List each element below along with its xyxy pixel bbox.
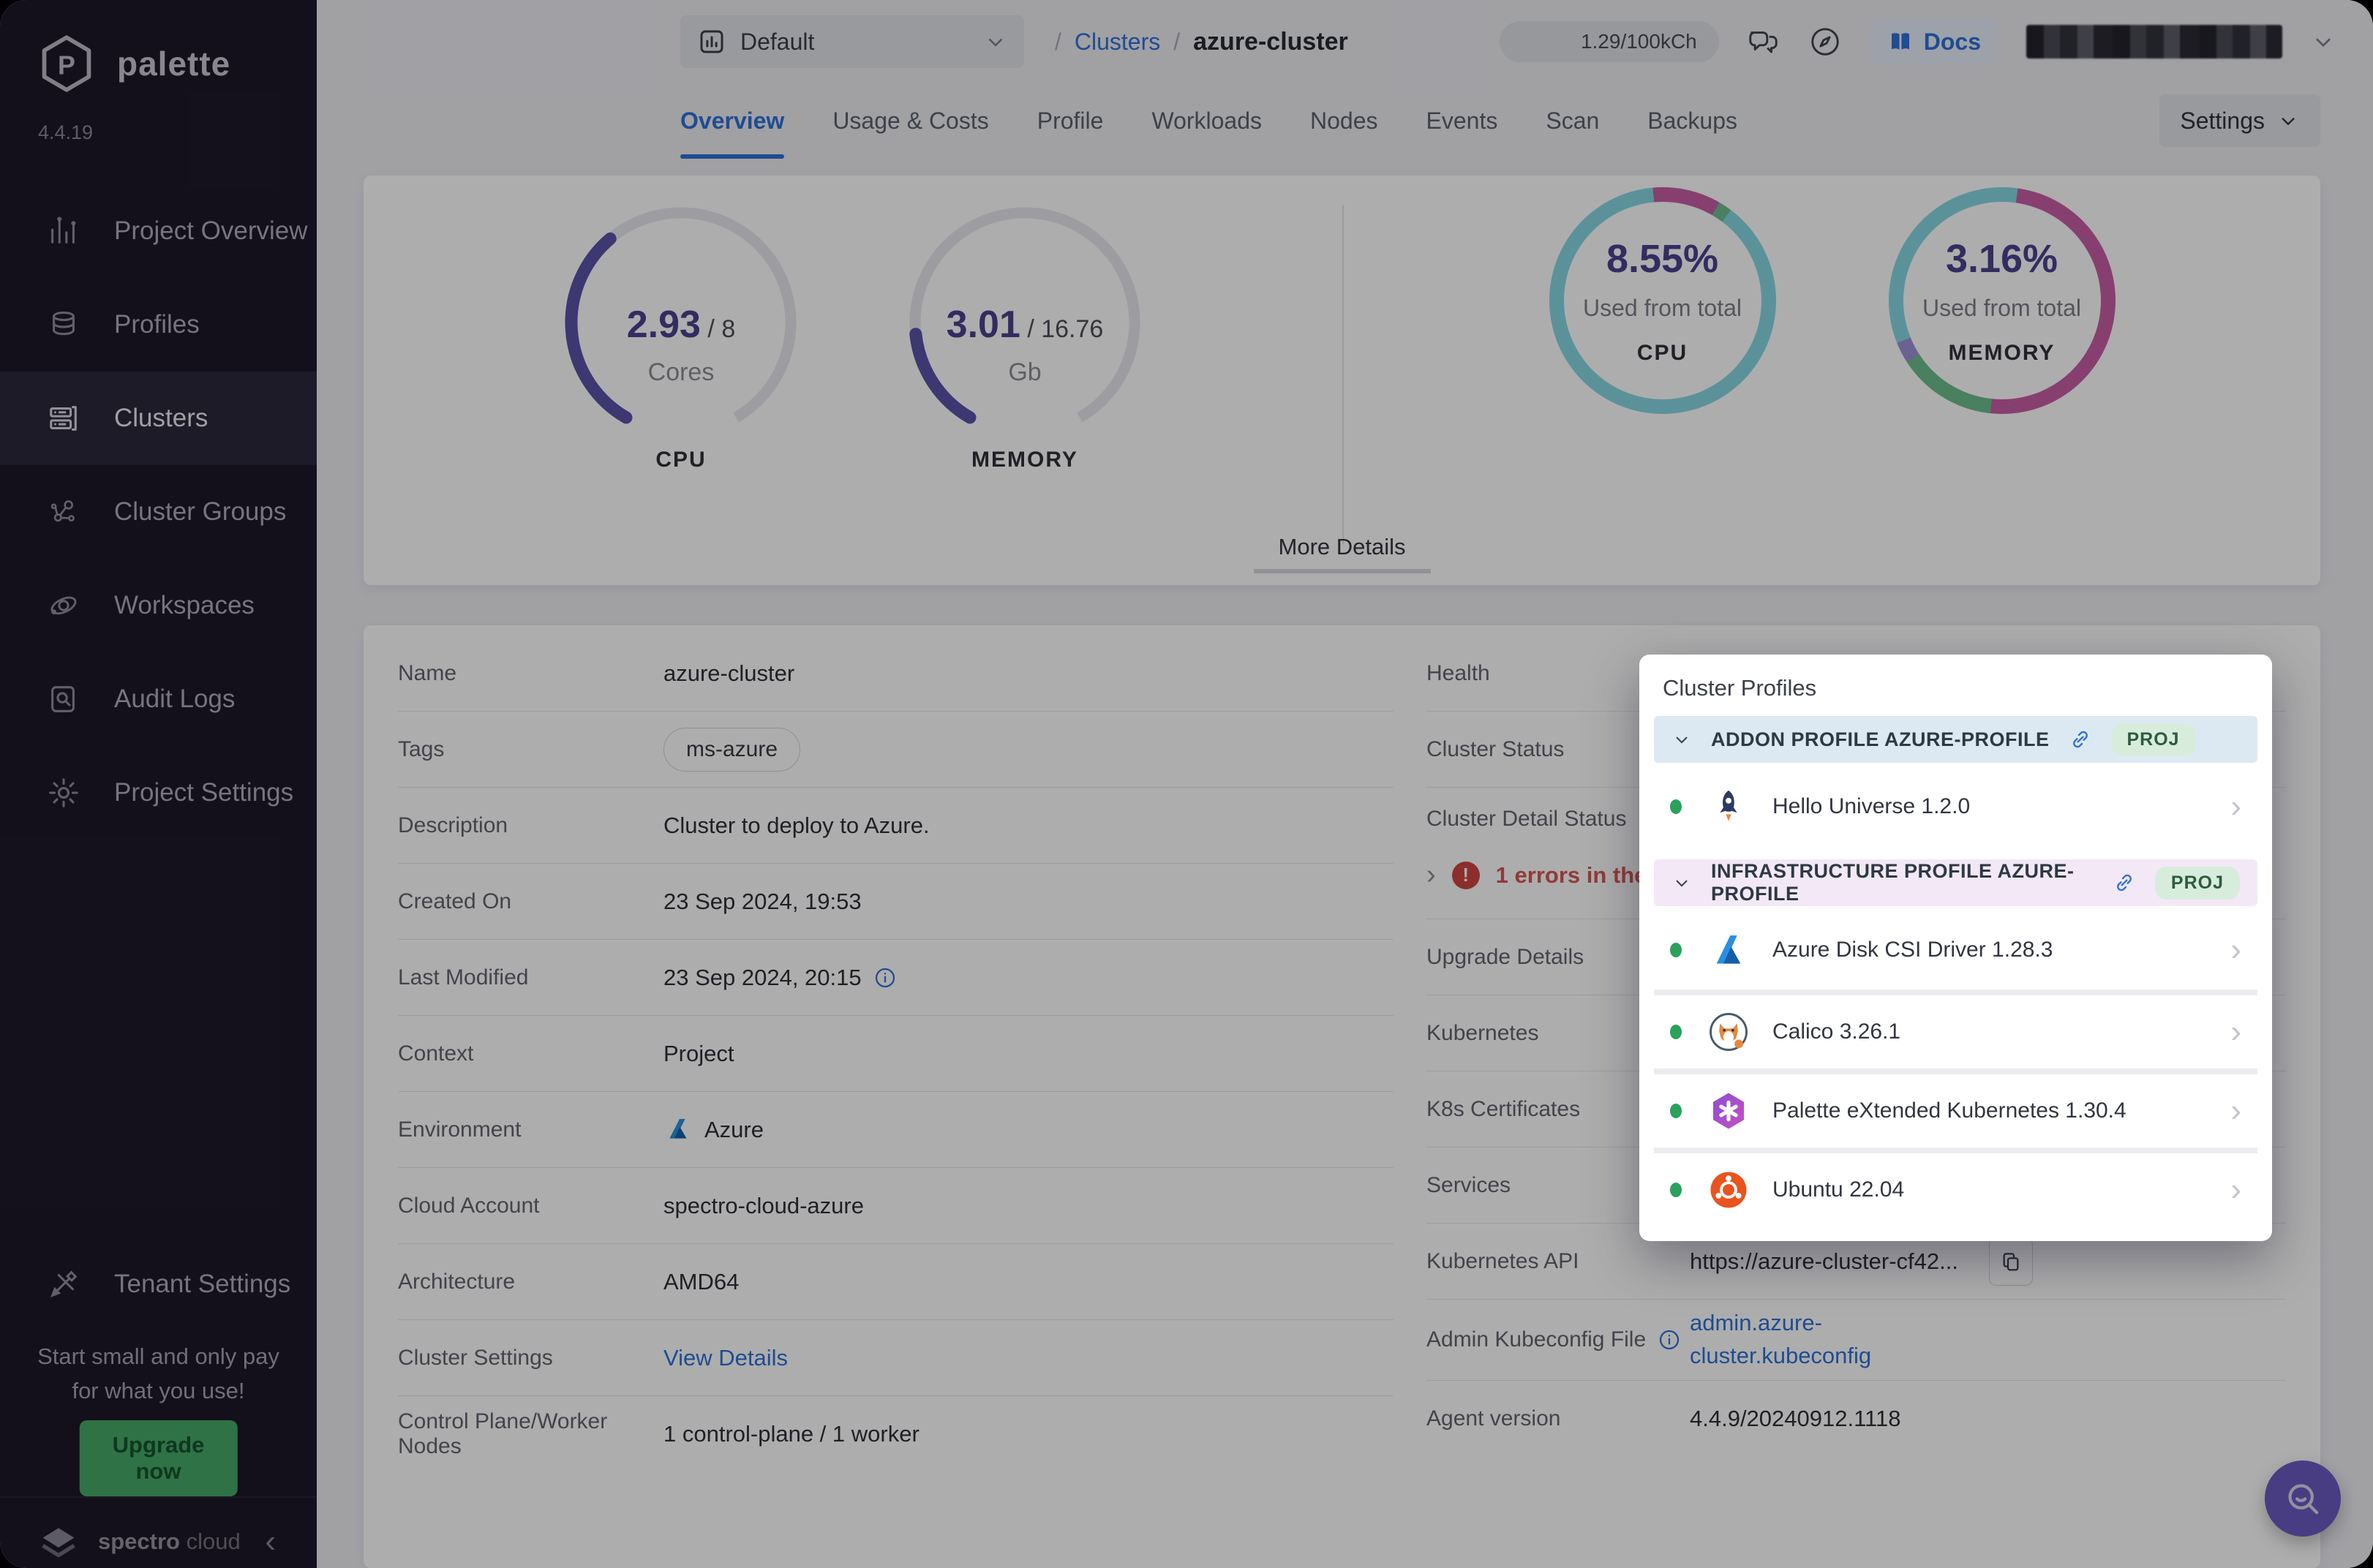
profile-item-palette-extended-kubernetes[interactable]: Palette eXtended Kubernetes 1.30.4 › (1654, 1068, 2257, 1147)
link-icon[interactable] (2113, 871, 2136, 894)
azure-disk-icon (1708, 930, 1749, 970)
ubuntu-icon (1708, 1169, 1749, 1210)
chevron-down-icon (1671, 729, 1692, 750)
infrastructure-profile-section-header[interactable]: INFRASTRUCTURE PROFILE AZURE-PROFILE PRO… (1654, 859, 2257, 906)
status-dot (1670, 943, 1682, 957)
chevron-right-icon: › (2230, 1016, 2241, 1048)
scope-badge: PROJ (2111, 723, 2196, 756)
status-dot (1670, 1104, 1682, 1118)
link-icon[interactable] (2069, 728, 2092, 751)
profile-item-calico[interactable]: Calico 3.26.1 › (1654, 990, 2257, 1068)
chevron-right-icon: › (2230, 1095, 2241, 1127)
profile-item-hello-universe[interactable]: Hello Universe 1.2.0 › (1654, 767, 2257, 846)
chevron-down-icon (1671, 872, 1692, 893)
profile-item-azure-disk-csi[interactable]: Azure Disk CSI Driver 1.28.3 › (1654, 911, 2257, 990)
calico-icon (1708, 1011, 1749, 1052)
cluster-profiles-title: Cluster Profiles (1639, 655, 2272, 716)
hello-universe-icon (1708, 786, 1749, 827)
infrastructure-profile-items: Azure Disk CSI Driver 1.28.3 › Calico 3.… (1654, 911, 2257, 1226)
app-window: P palette 4.4.19 Project Overview Profil… (0, 0, 2373, 1568)
cluster-profiles-panel: Cluster Profiles ADDON PROFILE AZURE-PRO… (1639, 655, 2272, 1241)
chevron-right-icon: › (2230, 1174, 2241, 1206)
pxk-icon (1708, 1090, 1749, 1131)
chevron-right-icon: › (2230, 791, 2241, 823)
profile-item-ubuntu[interactable]: Ubuntu 22.04 › (1654, 1147, 2257, 1226)
chevron-right-icon: › (2230, 934, 2241, 966)
status-dot (1670, 1183, 1682, 1197)
addon-profile-section-header[interactable]: ADDON PROFILE AZURE-PROFILE PROJ (1654, 716, 2257, 763)
status-dot (1670, 1025, 1682, 1039)
addon-profile-items: Hello Universe 1.2.0 › (1654, 767, 2257, 846)
status-dot (1670, 799, 1682, 814)
scope-badge: PROJ (2155, 867, 2240, 900)
